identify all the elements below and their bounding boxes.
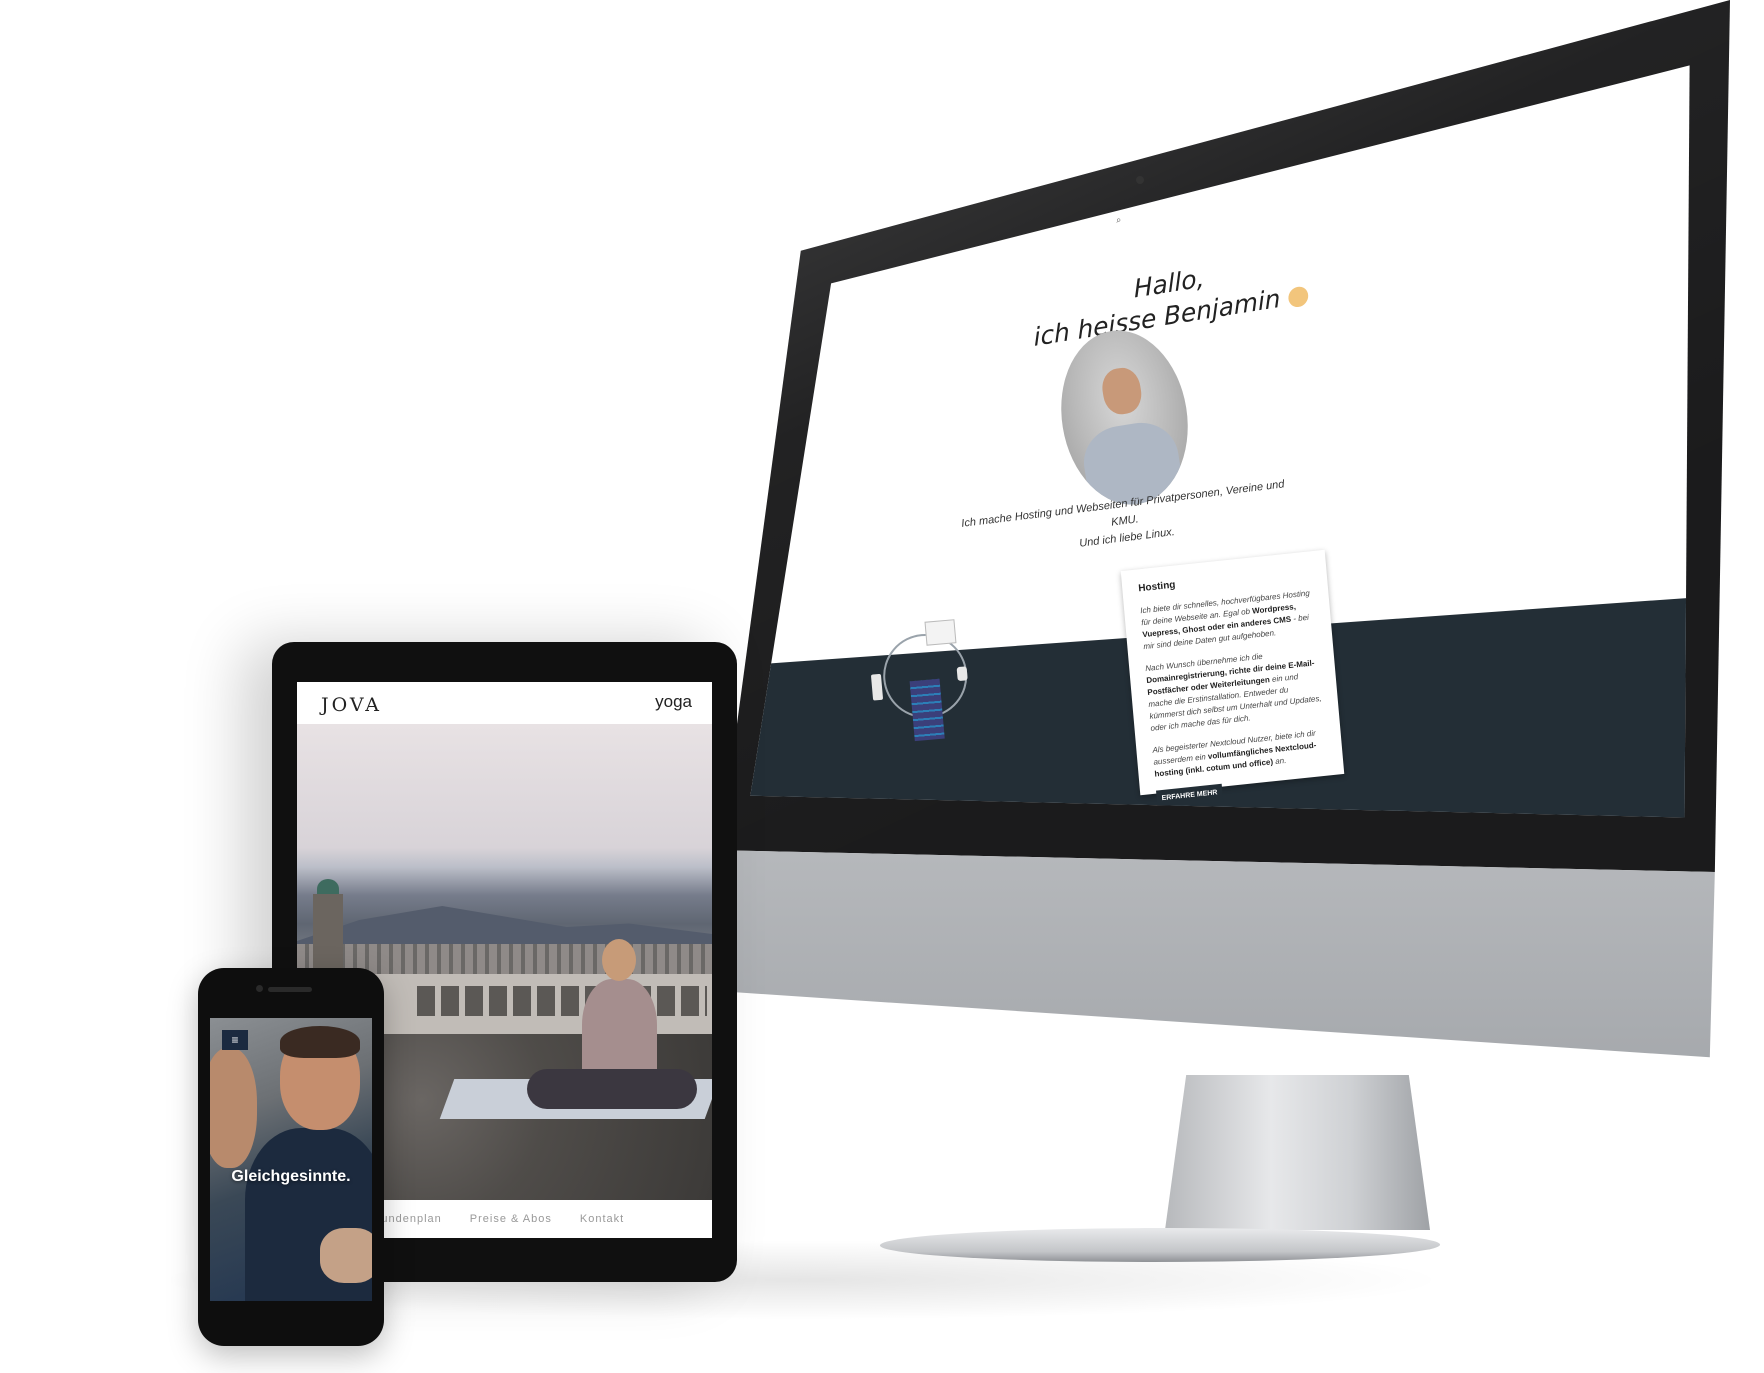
hosting-card: Hosting Ich biete dir schnelles, hochver… xyxy=(1120,549,1345,809)
server-icon xyxy=(909,678,945,742)
brand-yoga: yoga xyxy=(655,692,692,711)
waving-hand-icon xyxy=(1287,285,1309,309)
profile-avatar xyxy=(1049,321,1200,514)
phone-icon xyxy=(870,673,884,701)
hosting-card-para1: Ich biete dir schnelles, hochverfügbares… xyxy=(1140,587,1316,653)
yoga-person-head xyxy=(602,939,636,981)
yoga-person-legs xyxy=(527,1069,697,1109)
phone-hero-title: Gleichgesinnte. xyxy=(231,1168,351,1185)
person-hair xyxy=(280,1026,360,1058)
imac-stand xyxy=(1165,1075,1430,1230)
github-icon[interactable]: ● xyxy=(1619,93,1633,108)
iphone-device: ≡ Gleichgesinnte. xyxy=(198,968,384,1346)
nav-preise-abos[interactable]: Preise & Abos xyxy=(470,1213,552,1225)
search-icon: ⌕ xyxy=(1115,214,1122,225)
phone-website-screen: ≡ Gleichgesinnte. xyxy=(210,1018,372,1301)
nav-kontakt[interactable]: Kontakt xyxy=(580,1213,624,1225)
imac-base xyxy=(873,1228,1447,1262)
twitter-icon[interactable]: ✦ xyxy=(1643,88,1657,104)
search-input[interactable]: ⌕ xyxy=(1111,206,1177,228)
jova-logo[interactable]: JOVA xyxy=(321,694,382,716)
person-profile xyxy=(210,1048,257,1168)
hosting-card-para2: Nach Wunsch übernehme ich die Domainregi… xyxy=(1145,645,1323,735)
social-links: ● ✦ xyxy=(1619,88,1657,108)
hero-heading: Hallo, ich heisse Benjamin xyxy=(1030,246,1310,354)
avatar-head xyxy=(1099,365,1145,417)
building-windows xyxy=(417,986,707,1016)
watch-icon xyxy=(956,666,968,682)
para3-text-end: an. xyxy=(1272,755,1287,767)
hosting-illustration xyxy=(865,615,986,754)
hosting-card-para3: Als begeisterter Nextcloud Nutzer, biete… xyxy=(1152,727,1327,781)
more-vertical-icon[interactable]: ⋮ xyxy=(762,324,772,335)
iphone-speaker xyxy=(268,987,312,992)
clock-tower xyxy=(313,894,343,969)
imac-camera xyxy=(1136,176,1144,184)
hamburger-menu-icon[interactable]: ≡ xyxy=(222,1030,248,1050)
tablet-header: JOVA yoga xyxy=(297,682,712,724)
device-mockup-stage: ⋮ <bk/> ● ✦ ⌕ Hallo, ich heisse Benjamin xyxy=(0,0,1764,1373)
imac-body: ⋮ <bk/> ● ✦ ⌕ Hallo, ich heisse Benjamin xyxy=(720,0,1730,1090)
document-icon xyxy=(924,619,957,646)
person-arm xyxy=(320,1228,372,1283)
iphone-camera xyxy=(256,985,263,992)
